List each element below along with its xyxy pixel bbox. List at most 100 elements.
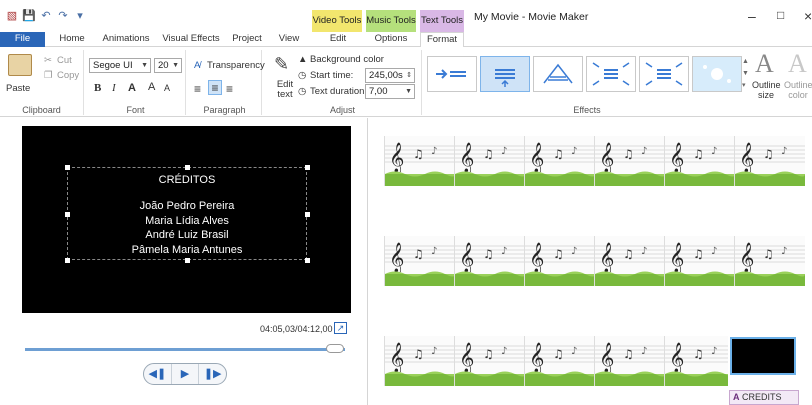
paste-button[interactable]: Paste <box>6 83 30 94</box>
effect-fly-in[interactable] <box>427 56 477 92</box>
clip-thumbnail[interactable]: 𝄞 ♫ ♪ <box>594 136 665 186</box>
caption-chip[interactable]: A CREDITS <box>729 390 799 405</box>
minimize-icon[interactable]: – <box>748 8 756 24</box>
clip-thumbnail[interactable]: 𝄞 ♫ ♪ <box>384 236 455 286</box>
text-duration-label: Text duration: <box>310 86 368 97</box>
context-video-tools: Video Tools <box>312 10 362 32</box>
font-family-select[interactable]: Segoe UI ▼ <box>89 58 151 73</box>
tab-options[interactable]: Options <box>366 32 416 47</box>
background-color-button[interactable]: Background color <box>310 54 384 65</box>
seek-thumb[interactable] <box>326 344 345 353</box>
clip-thumbnail[interactable]: 𝄞 ♫ ♪ <box>384 336 455 386</box>
svg-text:𝄞: 𝄞 <box>739 142 754 174</box>
tab-project[interactable]: Project <box>228 32 266 47</box>
clip-thumbnail[interactable]: 𝄞 ♫ ♪ <box>664 336 728 386</box>
align-center-icon[interactable]: ≡ <box>208 80 222 95</box>
close-icon[interactable]: × <box>804 8 812 24</box>
font-size-value: 20 <box>158 60 169 71</box>
clip-thumbnail[interactable]: 𝄞 ♫ ♪ <box>734 236 805 286</box>
tab-home[interactable]: Home <box>52 32 92 47</box>
resize-handle[interactable] <box>305 258 310 263</box>
resize-handle[interactable] <box>65 258 70 263</box>
clip-thumbnail[interactable]: 𝄞 ♫ ♪ <box>384 136 455 186</box>
credit-name: Pâmela Maria Antunes <box>131 243 243 256</box>
edit-text-icon: ✎ <box>274 54 290 74</box>
previous-frame-icon[interactable]: ◀❚ <box>144 364 172 384</box>
redo-icon[interactable]: ↷ <box>56 9 70 23</box>
clip-thumbnail[interactable]: 𝄞 ♫ ♪ <box>664 236 735 286</box>
svg-text:♫: ♫ <box>693 147 704 161</box>
clip-thumbnail[interactable]: 𝄞 ♫ ♪ <box>594 236 665 286</box>
effect-zoom-out[interactable] <box>639 56 689 92</box>
paste-icon <box>8 54 32 76</box>
music-sheet-icon: 𝄞 ♫ ♪ <box>385 236 455 286</box>
effect-scroll[interactable] <box>480 56 530 92</box>
outline-color-button[interactable]: Outline color <box>784 80 812 100</box>
effect-zoom-in[interactable] <box>586 56 636 92</box>
tab-format[interactable]: Format <box>420 32 464 48</box>
credits-names: João Pedro Pereira Maria Lídia Alves And… <box>67 199 307 257</box>
clock-icon: ◷ <box>298 70 307 81</box>
outline-color-icon: A <box>788 49 807 78</box>
svg-text:♪: ♪ <box>781 246 787 257</box>
resize-handle[interactable] <box>305 165 310 170</box>
tab-animations[interactable]: Animations <box>98 32 154 47</box>
tab-file[interactable]: File <box>0 32 45 47</box>
customize-qat-icon[interactable]: ▾ <box>73 9 87 23</box>
spinner-icon[interactable]: ⇕ <box>406 69 412 82</box>
caption-chip-label: CREDITS <box>742 392 782 402</box>
clip-thumbnail[interactable]: 𝄞 ♫ ♪ <box>454 236 525 286</box>
chevron-down-icon: ▼ <box>141 62 148 69</box>
effects-scroll-icon[interactable]: ▲ ▼ ▾ <box>742 56 749 92</box>
credits-clip-thumbnail[interactable] <box>730 337 796 375</box>
cut-button[interactable]: Cut <box>57 55 72 66</box>
align-left-icon[interactable]: ≡ <box>194 82 201 96</box>
resize-handle[interactable] <box>185 165 190 170</box>
effect-perspective[interactable] <box>533 56 583 92</box>
text-duration-select[interactable]: 7,00 ▼ <box>365 84 415 99</box>
clip-thumbnail[interactable]: 𝄞 ♫ ♪ <box>594 336 665 386</box>
maximize-icon[interactable]: □ <box>777 8 784 22</box>
credit-name: João Pedro Pereira <box>139 200 235 212</box>
video-preview[interactable]: CRÉDITOS João Pedro Pereira Maria Lídia … <box>22 126 351 313</box>
clip-thumbnail[interactable]: 𝄞 ♫ ♪ <box>664 136 735 186</box>
resize-handle[interactable] <box>185 258 190 263</box>
edit-text-button[interactable]: Edit text <box>273 80 297 100</box>
bold-button[interactable]: B <box>94 82 101 94</box>
font-color-button[interactable]: A <box>128 82 136 94</box>
seek-bar[interactable] <box>25 348 345 351</box>
clip-thumbnail[interactable]: 𝄞 ♫ ♪ <box>734 136 805 186</box>
clip-thumbnail[interactable]: 𝄞 ♫ ♪ <box>524 236 595 286</box>
copy-button[interactable]: Copy <box>57 70 79 81</box>
app-menu-icon[interactable]: ▧ <box>5 9 19 23</box>
tab-visual-effects[interactable]: Visual Effects <box>160 32 222 47</box>
align-right-icon[interactable]: ≡ <box>226 82 233 96</box>
font-family-value: Segoe UI <box>93 60 133 71</box>
playback-controls: ◀❚ ▶ ❚▶ <box>143 363 227 385</box>
svg-text:𝄞: 𝄞 <box>459 342 474 374</box>
grow-font-button[interactable]: A <box>148 81 155 93</box>
shrink-font-button[interactable]: A <box>164 83 170 93</box>
clip-thumbnail[interactable]: 𝄞 ♫ ♪ <box>454 336 525 386</box>
play-icon[interactable]: ▶ <box>172 364 200 384</box>
next-frame-icon[interactable]: ❚▶ <box>199 364 226 384</box>
italic-button[interactable]: I <box>112 82 116 94</box>
clip-thumbnail[interactable]: 𝄞 ♫ ♪ <box>524 136 595 186</box>
effect-sparkle[interactable] <box>692 56 742 92</box>
undo-icon[interactable]: ↶ <box>39 9 53 23</box>
resize-handle[interactable] <box>65 165 70 170</box>
svg-text:𝄞: 𝄞 <box>669 242 684 274</box>
outline-size-button[interactable]: Outline size <box>752 80 781 100</box>
svg-text:♫: ♫ <box>483 147 494 161</box>
music-sheet-icon: 𝄞 ♫ ♪ <box>525 336 595 386</box>
tab-edit[interactable]: Edit <box>316 32 360 47</box>
save-icon[interactable]: 💾 <box>22 9 36 23</box>
clip-thumbnail[interactable]: 𝄞 ♫ ♪ <box>454 136 525 186</box>
font-size-select[interactable]: 20 ▼ <box>154 58 182 73</box>
clip-thumbnail[interactable]: 𝄞 ♫ ♪ <box>524 336 595 386</box>
music-sheet-icon: 𝄞 ♫ ♪ <box>665 336 728 386</box>
start-time-input[interactable]: 245,00s ⇕ <box>365 68 415 83</box>
tab-view[interactable]: View <box>274 32 304 47</box>
transparency-button[interactable]: Transparency <box>207 60 265 71</box>
expand-preview-icon[interactable]: ↗ <box>334 322 347 334</box>
